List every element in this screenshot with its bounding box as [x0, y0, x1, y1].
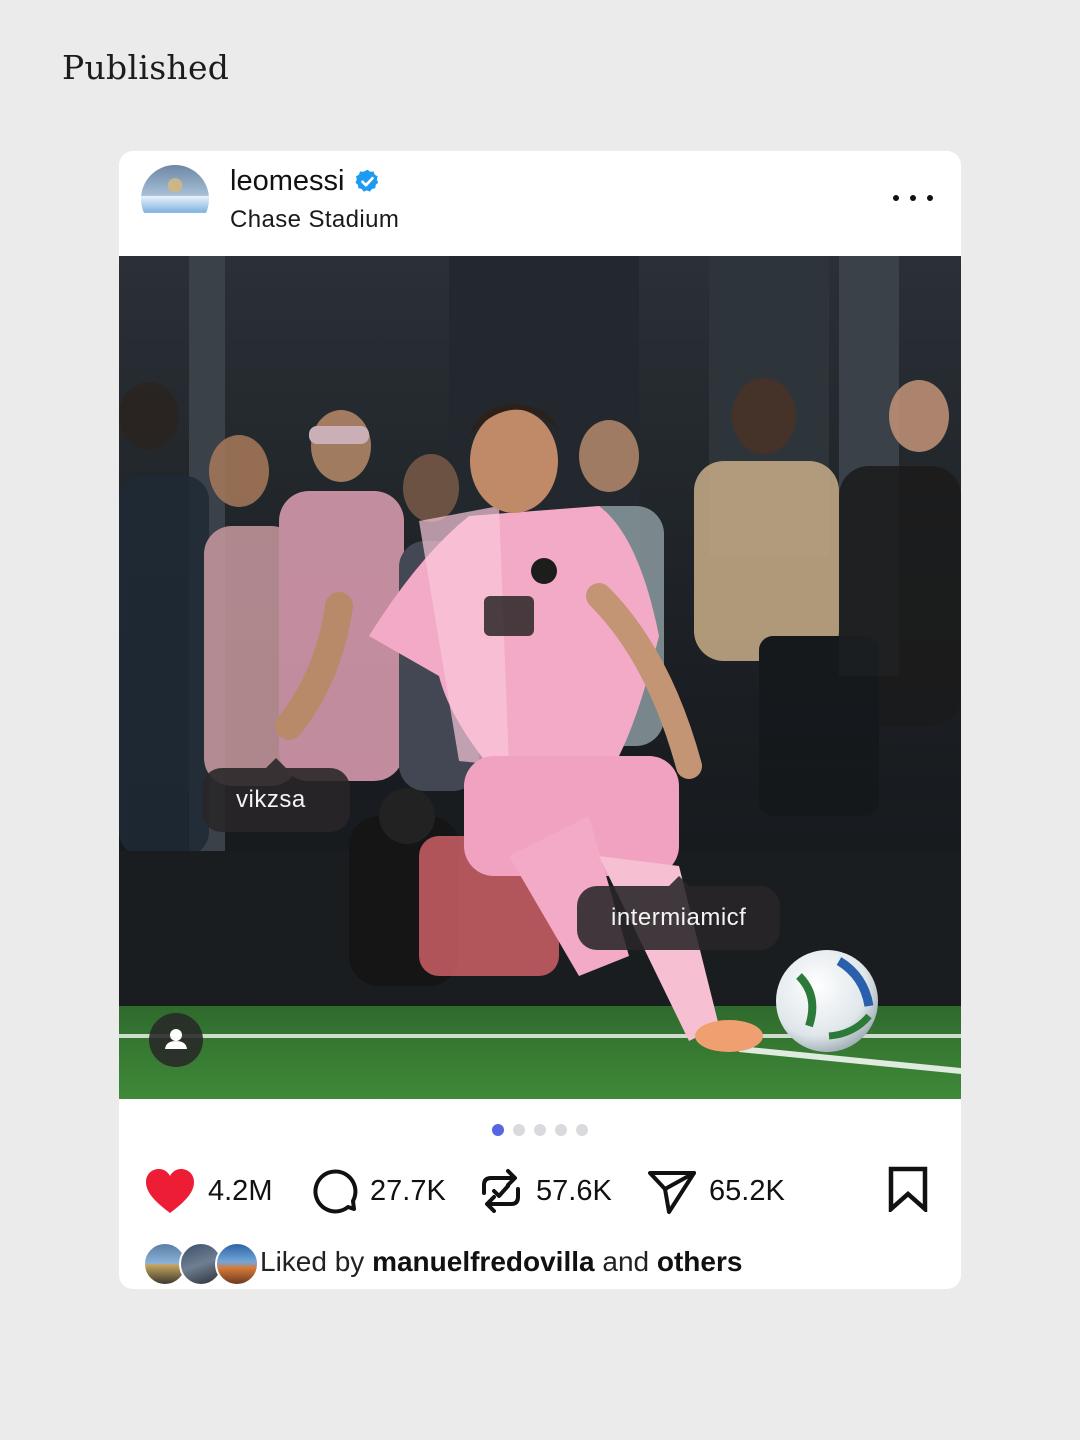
- carousel-dot[interactable]: [555, 1124, 567, 1136]
- username-row: leomessi: [230, 165, 381, 198]
- post-photo-image: [119, 256, 961, 1099]
- photo-tag-intermiamicf[interactable]: intermiamicf: [577, 876, 781, 950]
- bookmark-icon: [888, 1166, 928, 1214]
- post-location[interactable]: Chase Stadium: [230, 206, 399, 234]
- page-status-label: Published: [62, 48, 230, 87]
- reposts-count: 57.6K: [536, 1174, 612, 1207]
- post-card: leomessi Chase Stadium vikzsa intermiami…: [119, 151, 961, 1289]
- comment-icon: [313, 1169, 358, 1214]
- liked-by-others[interactable]: others: [657, 1246, 743, 1277]
- like-button[interactable]: 4.2M: [144, 1161, 272, 1221]
- carousel-dot[interactable]: [576, 1124, 588, 1136]
- carousel-dot-active[interactable]: [492, 1124, 504, 1136]
- comments-count: 27.7K: [370, 1174, 446, 1207]
- share-button[interactable]: 65.2K: [647, 1161, 785, 1221]
- liked-by-joiner: and: [602, 1246, 650, 1277]
- carousel-dot[interactable]: [513, 1124, 525, 1136]
- post-photo[interactable]: vikzsa intermiamicf: [119, 256, 961, 1099]
- liker-avatars: [143, 1240, 259, 1286]
- more-dot: [910, 195, 916, 201]
- comment-button[interactable]: 27.7K: [310, 1161, 446, 1221]
- shares-count: 65.2K: [709, 1174, 785, 1207]
- repost-icon: [482, 1169, 520, 1213]
- liked-by-text: Liked by manuelfredovilla and others: [260, 1246, 742, 1278]
- carousel-dot[interactable]: [534, 1124, 546, 1136]
- photo-tag-vikzsa[interactable]: vikzsa: [202, 758, 350, 832]
- post-header: leomessi Chase Stadium: [119, 151, 961, 256]
- liker-avatar: [215, 1242, 259, 1286]
- carousel-indicator: [119, 1124, 961, 1136]
- verified-badge-icon: [355, 169, 379, 192]
- heart-icon: [146, 1169, 194, 1213]
- author-avatar[interactable]: [141, 165, 209, 233]
- more-dot: [927, 195, 933, 201]
- liked-by-row[interactable]: Liked by manuelfredovilla and others: [143, 1239, 742, 1286]
- likes-count: 4.2M: [208, 1174, 273, 1207]
- send-icon: [648, 1171, 696, 1214]
- tagged-people-button[interactable]: [149, 1013, 203, 1067]
- repost-button[interactable]: 57.6K: [478, 1161, 612, 1221]
- more-dot: [893, 195, 899, 201]
- liked-by-user[interactable]: manuelfredovilla: [372, 1246, 595, 1277]
- liked-by-prefix: Liked by: [260, 1246, 365, 1277]
- more-options-icon[interactable]: [893, 189, 933, 207]
- action-bar: 4.2M 27.7K 57.6K 65.2K: [144, 1161, 934, 1221]
- author-username[interactable]: leomessi: [230, 165, 344, 198]
- bookmark-button[interactable]: [888, 1166, 928, 1217]
- tagged-people-icon: [165, 1029, 187, 1049]
